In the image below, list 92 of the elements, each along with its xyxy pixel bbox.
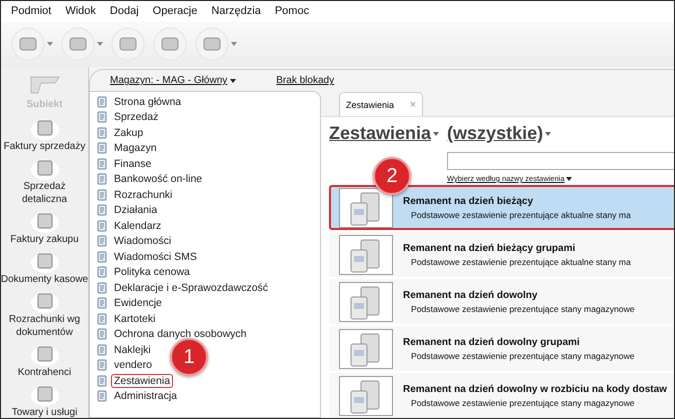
page-icon [96,282,108,294]
report-row[interactable]: Remanent na dzień bieżący grupami Podstawowe zestawienie prezentujące aktualne stany ma [329,232,674,277]
caret-icon [231,42,237,46]
page-icon [96,220,108,232]
nav-item[interactable]: Działania [111,203,160,218]
nav-item[interactable]: Polityka cenowa [111,265,193,280]
sidebar-button[interactable]: Faktury zakupu [1,209,88,246]
callout-badge: 2 [373,157,411,195]
page-icon [96,158,108,170]
page-icon [96,173,108,186]
report-description: Podstawowe zestawienie prezentujące aktualne stany ma [410,256,631,266]
nav-item[interactable]: Deklaracje i e-Sprawozdawczość [111,280,272,295]
boxes-icon [339,234,393,274]
nav-item[interactable]: Ewidencje [111,296,165,310]
page-icon [96,111,108,124]
page-icon [96,359,108,372]
page-icon [96,374,108,387]
sidebar-button[interactable]: Rozrachunki wg dokumentów [1,289,88,339]
toolbar-button[interactable] [11,27,53,61]
menu-item[interactable]: Dodaj [104,5,145,17]
caret-icon [433,132,440,136]
header-link[interactable]: Magazyn: - MAG - Główny [110,75,236,86]
nav-item[interactable]: Administracja [111,389,180,404]
toolbar-button[interactable] [153,27,187,61]
caret-icon [230,78,236,82]
report-title: Remanent na dzień bieżący [403,196,534,206]
nav-item[interactable]: vendero [111,358,155,372]
report-description: Podstawowe zestawienie prezentujące aktualne stany ma [410,210,631,220]
nav-item[interactable]: Naklejki [111,342,154,357]
caret-icon [97,42,103,46]
nav-item[interactable]: Wiadomości [111,234,174,248]
category-dropdown[interactable]: Zestawienia [329,123,440,144]
page-icon [96,250,108,263]
menu-item[interactable]: Podmiot [5,5,58,17]
nav-item[interactable]: Wiadomości SMS [111,250,200,264]
sidebar-button[interactable]: Kontrahenci [1,342,88,379]
boxes-icon [339,376,393,416]
report-description: Podstawowe zestawienie prezentujące stany magazynowe [410,398,636,408]
search-field[interactable] [447,152,674,170]
page-icon [96,126,108,139]
page-icon [96,266,108,278]
nav-item[interactable]: Zakup [111,126,146,140]
sidebar-button[interactable]: Sprzedaż detaliczna [1,156,88,206]
nav-item[interactable]: Strona główna [111,94,184,109]
menu-item[interactable]: Widok [59,5,102,17]
caret-icon [47,42,53,46]
report-title: Remanent na dzień dowolny [403,290,538,300]
nav-item[interactable]: Kalendarz [111,218,164,233]
boxes-icon [339,282,393,322]
report-description: Podstawowe zestawienie prezentujące stany magazynowe [410,304,635,314]
toolbar-button[interactable] [61,27,103,61]
report-title: Remanent na dzień dowolny grupami [403,336,581,348]
page-icon [96,142,108,154]
boxes-icon [339,328,393,368]
report-title: Remanent na dzień dowolny w rozbiciu na kody dostaw [403,384,667,394]
report-row[interactable]: Remanent na dzień bieżący Podstawowe zestawienie prezentujące aktualne stany ma [329,185,674,230]
sidebar-button[interactable]: Dokumenty kasowe [1,249,88,286]
report-title: Remanent na dzień bieżący grupami [403,242,576,254]
page-icon [96,328,108,340]
nav-item[interactable]: Finanse [111,156,154,171]
toolbar-button[interactable] [111,27,145,61]
caret-icon [566,176,572,180]
callout-badge: 1 [170,338,208,376]
report-row[interactable]: Remanent na dzień dowolny w rozbiciu na kody dostaw Podstawowe zestawienie prezentujące stany magazynowe [329,373,674,418]
page-icon [96,188,108,201]
page-icon [96,204,108,216]
nav-item[interactable]: Bankowość on-line [111,172,206,186]
caret-icon [545,132,552,136]
header-link[interactable]: Brak blokady [276,75,334,86]
nav-item[interactable]: Rozrachunki [111,188,176,202]
page-icon [96,344,108,356]
menu-item[interactable]: Narzędzia [205,5,267,17]
page-icon [96,235,108,248]
nav-item[interactable]: Zestawienia [111,374,174,388]
filter-dropdown[interactable]: (wszystkie) [447,123,552,144]
report-description: Podstawowe zestawienie prezentujące stany magazynowe [410,350,635,360]
tab[interactable]: Zestawienia × [339,92,423,116]
sidebar-button[interactable]: Faktury sprzedaży [1,116,88,153]
sidebar-button[interactable]: Towary i usługi [1,382,88,418]
menu-item[interactable]: Operacje [146,5,204,17]
nav-item[interactable]: Kartoteki [111,312,158,326]
page-icon [96,312,108,325]
nav-item[interactable]: Sprzedaż [111,110,162,124]
report-row[interactable]: Remanent na dzień dowolny grupami Podstawowe zestawienie prezentujące stany magazynowe [329,326,674,371]
menu-item[interactable]: Pomoc [268,5,316,17]
page-icon [96,96,108,108]
report-row[interactable]: Remanent na dzień dowolny Podstawowe zestawienie prezentujące stany magazynowe [329,279,674,324]
boxes-icon [339,188,393,228]
page-icon [96,390,108,402]
toolbar-button[interactable] [195,27,237,61]
nav-item[interactable]: Magazyn [111,141,160,156]
page-icon [96,297,108,310]
